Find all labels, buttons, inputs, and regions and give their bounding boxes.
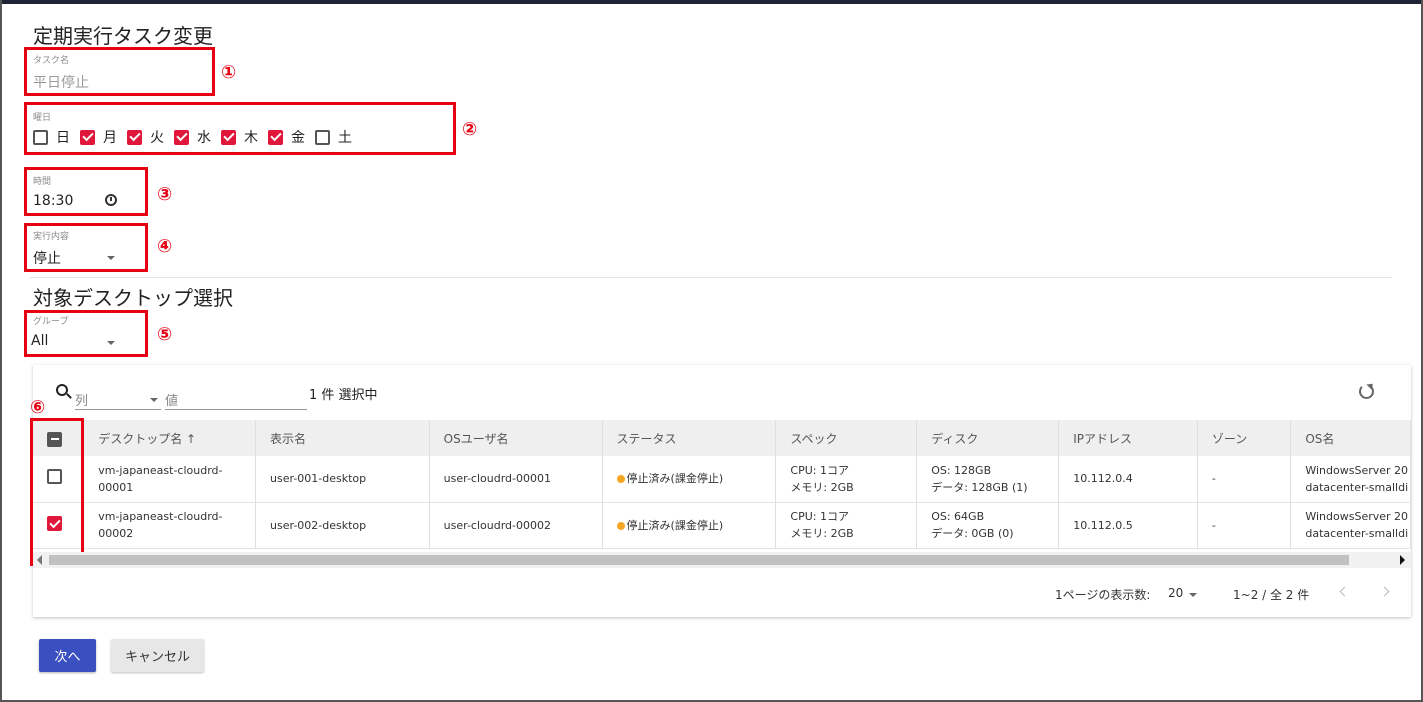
- table-row[interactable]: vm-japaneast-cloudrd- 00001 user-001-deskt…: [33, 456, 1411, 503]
- status-dot-icon: [616, 521, 625, 530]
- annotation-box-1: [24, 47, 215, 96]
- column-header[interactable]: IPアドレス: [1058, 420, 1198, 456]
- scroll-right-icon[interactable]: [1400, 555, 1405, 565]
- cell-text: メモリ: 2GB: [790, 527, 854, 540]
- ip-cell: 10.112.0.5: [1058, 502, 1198, 549]
- column-header[interactable]: ステータス: [602, 420, 777, 456]
- rows-per-page-select[interactable]: 20: [1168, 586, 1183, 600]
- cell-text: datacenter-smalldi: [1305, 527, 1409, 540]
- desktop-name-cell: vm-japaneast-cloudrd- 00001: [83, 456, 257, 503]
- cell-text: データ: 0GB (0): [931, 527, 1014, 540]
- next-button[interactable]: 次へ: [39, 639, 96, 672]
- column-header[interactable]: スペック: [775, 420, 918, 456]
- annotation-label-2: ②: [462, 119, 478, 140]
- value-filter-input[interactable]: 値: [165, 390, 178, 409]
- window-top-border: [0, 0, 1423, 4]
- cell-text: WindowsServer 20: [1305, 510, 1409, 523]
- cell-text: データ: 128GB (1): [931, 480, 1028, 494]
- rows-per-page-label: 1ページの表示数:: [1055, 588, 1151, 602]
- column-header[interactable]: ゾーン: [1197, 420, 1292, 456]
- annotation-box-6: [30, 418, 84, 566]
- chevron-down-icon[interactable]: [150, 398, 158, 402]
- cancel-button[interactable]: キャンセル: [111, 639, 204, 672]
- column-header[interactable]: デスクトップ名 ↑: [83, 420, 257, 456]
- os-cell: WindowsServer 20 datacenter-smalldi: [1290, 456, 1411, 503]
- chevron-down-icon[interactable]: [1189, 593, 1197, 597]
- annotation-box-3: [24, 167, 148, 216]
- search-icon: [56, 384, 72, 399]
- annotation-label-6: ⑥: [30, 397, 46, 418]
- cell-text: vm-japaneast-cloudrd-: [98, 463, 223, 477]
- table-row[interactable]: vm-japaneast-cloudrd- 00002 user-002-deskt…: [33, 502, 1411, 549]
- cell-text: CPU: 1コア: [790, 510, 849, 523]
- annotation-label-5: ⑤: [157, 324, 173, 345]
- cell-text: OS: 64GB: [931, 510, 985, 523]
- status-cell: 停止済み(課金停止): [602, 502, 777, 549]
- annotation-box-2: [24, 102, 456, 155]
- section-title: 対象デスクトップ選択: [33, 286, 233, 310]
- status-text: 停止済み(課金停止): [626, 472, 724, 486]
- refresh-icon[interactable]: [1359, 380, 1376, 399]
- cell-text: 00002: [98, 527, 134, 540]
- os-cell: WindowsServer 20 datacenter-smalldi: [1290, 502, 1411, 549]
- display-name-cell: user-002-desktop: [255, 502, 430, 549]
- disk-cell: OS: 128GB データ: 128GB (1): [916, 456, 1060, 503]
- cell-text: datacenter-smalldi: [1305, 480, 1409, 494]
- os-user-cell: user-cloudrd-00002: [429, 502, 603, 549]
- column-header[interactable]: ディスク: [916, 420, 1060, 456]
- status-dot-icon: [616, 475, 625, 484]
- column-header[interactable]: 表示名: [255, 420, 430, 456]
- scroll-left-icon[interactable]: [37, 555, 42, 565]
- ip-cell: 10.112.0.4: [1058, 456, 1198, 503]
- cell-text: 00001: [98, 480, 134, 494]
- selection-count: 1 件 選択中: [309, 388, 378, 403]
- annotation-box-5: [24, 310, 148, 357]
- display-name-cell: user-001-desktop: [255, 456, 430, 503]
- annotation-label-1: ①: [221, 62, 237, 83]
- annotation-label-3: ③: [157, 184, 173, 205]
- disk-cell: OS: 64GB データ: 0GB (0): [916, 502, 1060, 549]
- column-filter-underline: [75, 409, 161, 410]
- pagination-range: 1~2 / 全 2 件: [1233, 588, 1310, 602]
- status-cell: 停止済み(課金停止): [602, 456, 777, 503]
- annotation-box-4: [24, 223, 148, 272]
- desktop-table: デスクトップ名 ↑ 表示名 OSユーザ名 ステータス スペック ディスク IPア…: [33, 420, 1411, 550]
- cell-text: OS: 128GB: [931, 463, 992, 477]
- os-user-cell: user-cloudrd-00001: [429, 456, 603, 503]
- spec-cell: CPU: 1コア メモリ: 2GB: [775, 502, 918, 549]
- column-filter-select[interactable]: 列: [75, 390, 88, 409]
- desktop-name-cell: vm-japaneast-cloudrd- 00002: [83, 502, 257, 549]
- window-left-border: [0, 0, 2, 702]
- section-divider: [30, 277, 1392, 278]
- value-filter-underline: [165, 409, 307, 410]
- page-title: 定期実行タスク変更: [33, 24, 213, 48]
- zone-cell: -: [1197, 456, 1292, 503]
- status-text: 停止済み(課金停止): [626, 518, 724, 532]
- annotation-label-4: ④: [157, 236, 173, 257]
- table-header-row: デスクトップ名 ↑ 表示名 OSユーザ名 ステータス スペック ディスク IPア…: [33, 420, 1411, 456]
- cell-text: vm-japaneast-cloudrd-: [98, 510, 223, 523]
- cell-text: CPU: 1コア: [790, 463, 849, 477]
- horizontal-scrollbar[interactable]: [33, 552, 1411, 568]
- spec-cell: CPU: 1コア メモリ: 2GB: [775, 456, 918, 503]
- cell-text: WindowsServer 20: [1305, 463, 1409, 477]
- column-header[interactable]: OSユーザ名: [429, 420, 603, 456]
- zone-cell: -: [1197, 502, 1292, 549]
- scrollbar-thumb[interactable]: [49, 555, 1349, 565]
- cell-text: メモリ: 2GB: [790, 480, 854, 494]
- column-header[interactable]: OS名: [1290, 420, 1411, 456]
